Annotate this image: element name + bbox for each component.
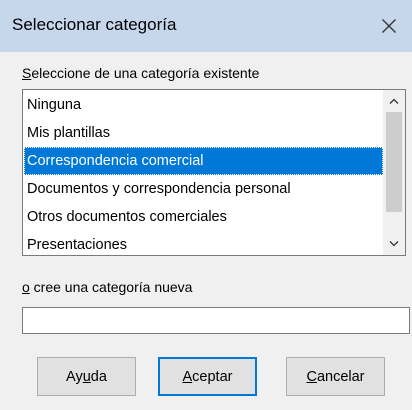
category-list-item[interactable]: Correspondencia comercial: [24, 147, 383, 175]
chevron-down-icon: [389, 241, 399, 247]
chevron-up-icon: [389, 98, 399, 104]
existing-category-label-text: eleccione de una categoría existente: [31, 65, 260, 81]
scroll-thumb[interactable]: [386, 112, 402, 212]
category-list-item[interactable]: Mis plantillas: [24, 119, 383, 147]
ok-button-label: Aceptar: [182, 368, 233, 385]
help-button-label: Ayuda: [66, 368, 107, 385]
existing-category-label: Seleccione de una categoría existente: [22, 65, 259, 81]
help-button[interactable]: Ayuda: [37, 357, 136, 396]
cancel-button[interactable]: Cancelar: [286, 357, 385, 396]
scroll-up-button[interactable]: [383, 90, 405, 112]
new-category-mnemonic: o: [22, 279, 30, 295]
close-button[interactable]: [366, 0, 412, 52]
dialog-title: Seleccionar categoría: [12, 15, 177, 34]
category-list-item[interactable]: Otros documentos comerciales: [24, 203, 383, 231]
vertical-scrollbar[interactable]: [383, 90, 405, 255]
category-list: Ninguna Mis plantillas Correspondencia com…: [24, 91, 383, 255]
category-list-item[interactable]: Documentos y correspondencia personal: [24, 175, 383, 203]
new-category-label: o cree una categoría nueva: [22, 279, 192, 295]
new-category-input[interactable]: [22, 307, 410, 334]
select-category-dialog: Seleccionar categoría Seleccione de una …: [0, 0, 412, 410]
ok-button[interactable]: Aceptar: [158, 357, 257, 396]
category-list-item[interactable]: Ninguna: [24, 91, 383, 119]
category-list-item[interactable]: Presentaciones: [24, 231, 383, 255]
existing-category-mnemonic: S: [22, 65, 32, 81]
title-bar: Seleccionar categoría: [0, 0, 412, 52]
close-icon: [382, 19, 396, 33]
scroll-down-button[interactable]: [383, 233, 405, 255]
cancel-button-label: Cancelar: [306, 368, 365, 385]
new-category-label-text: cree una categoría nueva: [29, 279, 193, 295]
category-listbox[interactable]: Ninguna Mis plantillas Correspondencia com…: [22, 89, 406, 256]
